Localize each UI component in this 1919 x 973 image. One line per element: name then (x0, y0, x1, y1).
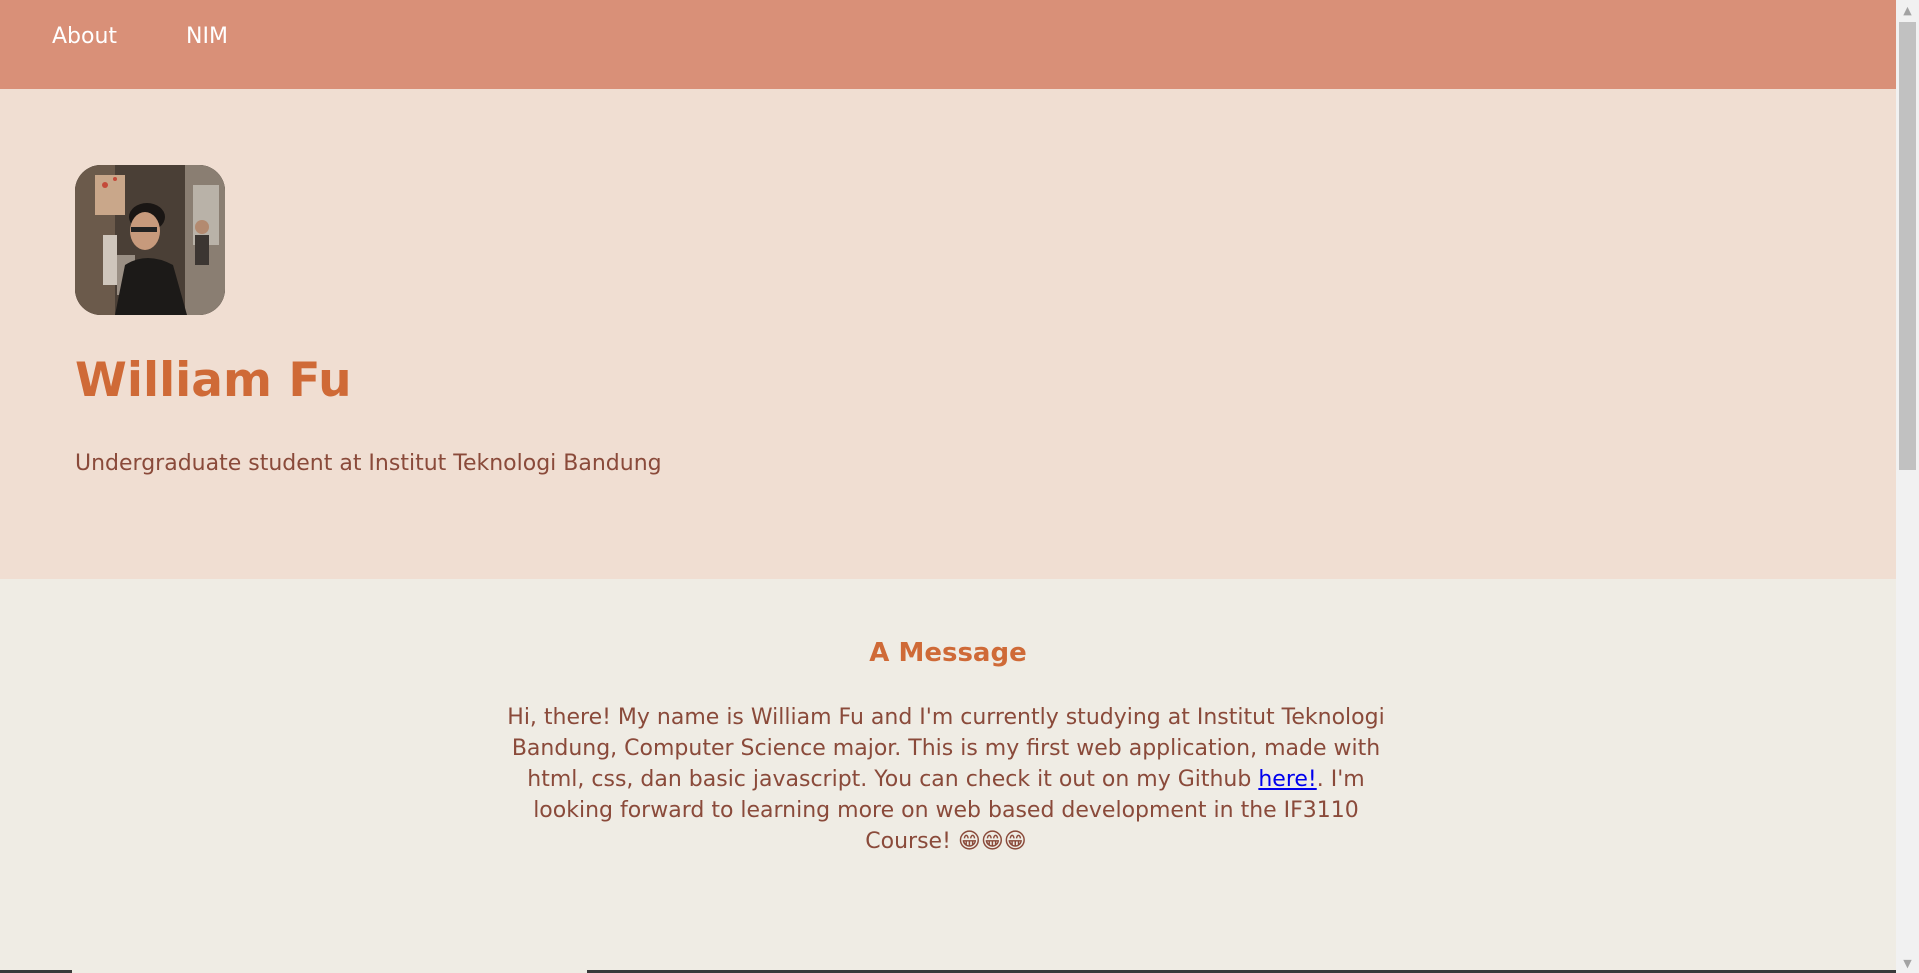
message-text-before-link: Hi, there! My name is William Fu and I'm… (507, 705, 1385, 792)
profile-subtitle: Undergraduate student at Institut Teknol… (75, 451, 662, 476)
page: About NIM William Fu Undergraduate stude… (0, 0, 1896, 973)
github-link[interactable]: here! (1258, 767, 1316, 792)
vertical-scrollbar[interactable]: ▲ ▼ (1896, 0, 1919, 973)
profile-name: William Fu (75, 353, 352, 408)
scroll-down-arrow-icon[interactable]: ▼ (1896, 953, 1919, 973)
nav-link-nim[interactable]: NIM (186, 24, 228, 49)
nav-link-about[interactable]: About (52, 24, 117, 49)
scrollbar-thumb[interactable] (1899, 22, 1916, 470)
message-title: A Message (869, 638, 1027, 668)
scroll-up-arrow-icon[interactable]: ▲ (1896, 0, 1919, 20)
grin-emoji: 😁😁😁 (957, 829, 1027, 854)
hero-section: William Fu Undergraduate student at Inst… (0, 89, 1896, 579)
message-body: Hi, there! My name is William Fu and I'm… (506, 702, 1386, 857)
avatar (75, 165, 225, 315)
top-navigation: About NIM (0, 0, 1896, 89)
